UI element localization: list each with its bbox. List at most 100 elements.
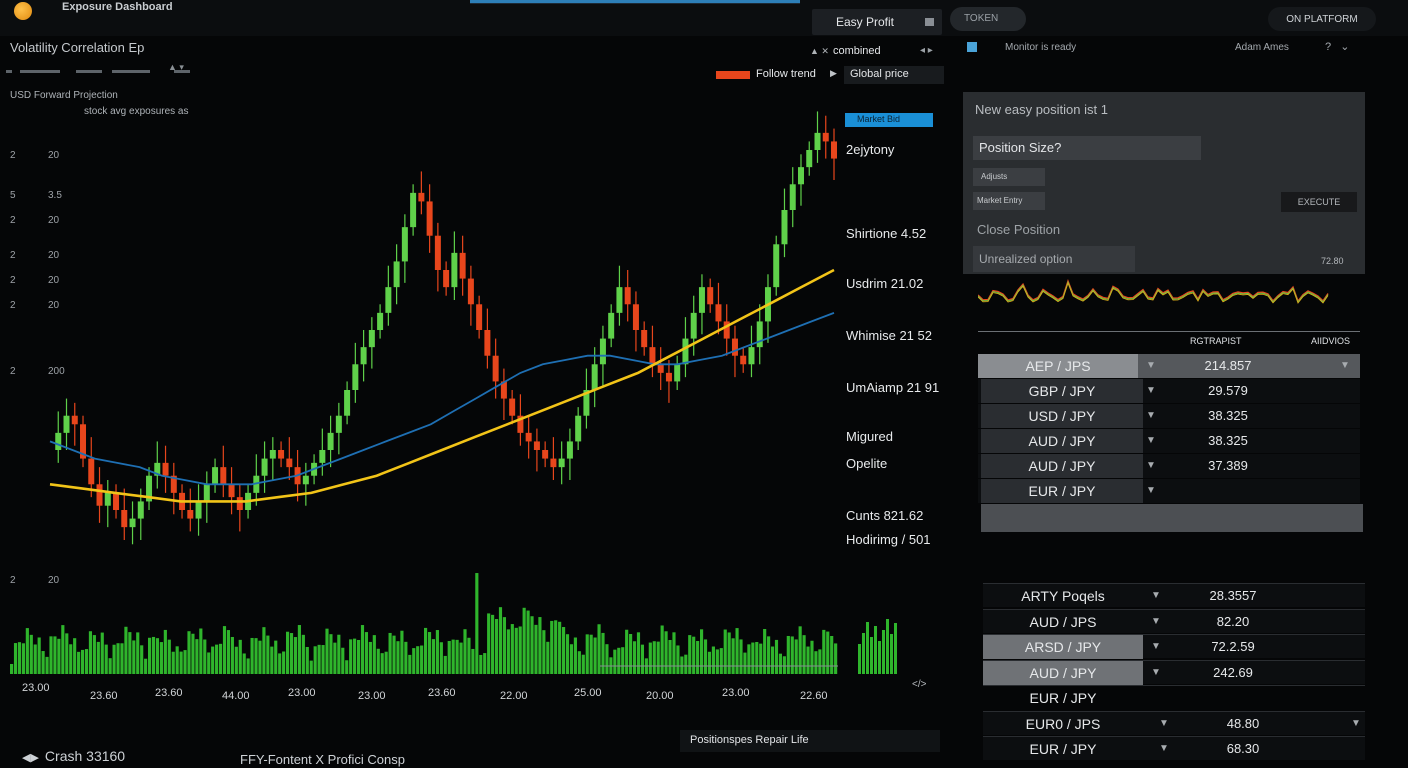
position-size-input[interactable]: Position Size? — [973, 136, 1201, 160]
legend-arrows-icon[interactable]: ◂ ▸ — [920, 45, 933, 56]
chevron-down-icon[interactable]: ▼ — [1351, 718, 1361, 729]
table-row[interactable]: AUD / JPY ▼ 37.389 — [978, 454, 1360, 478]
volume-bar — [360, 625, 365, 674]
x-tick-label: 23.00 — [22, 682, 50, 694]
volume-bar — [416, 646, 420, 674]
volume-bar — [88, 631, 93, 674]
volume-bar — [124, 626, 128, 674]
position-value: 28.3557 — [1209, 588, 1257, 603]
volume-bar — [116, 643, 120, 674]
unrealized-option-field[interactable]: Unrealized option — [973, 246, 1135, 272]
market-entry-button[interactable]: Market Entry — [973, 192, 1045, 210]
panel-checkbox[interactable] — [967, 42, 977, 52]
chevron-down-icon[interactable]: ▼ — [1159, 718, 1169, 729]
candle-body — [426, 201, 433, 236]
adjusts-button[interactable]: Adjusts — [973, 168, 1045, 186]
candle-body — [418, 192, 425, 202]
candle-body — [773, 244, 780, 288]
user-menu-icons[interactable]: ? ⌄ — [1325, 40, 1350, 53]
table-row[interactable]: AEP / JPS ▼ 214.857 ▼ — [978, 354, 1360, 378]
chevron-down-icon[interactable]: ▼ — [1159, 743, 1169, 754]
volume-bar — [25, 628, 29, 674]
volume-bar — [534, 624, 538, 674]
table-row[interactable]: AUD / JPY ▼ 242.69 — [983, 659, 1365, 685]
panel-title: Monitor is ready — [1005, 42, 1077, 53]
volume-bar — [581, 654, 585, 674]
volume-bar — [65, 633, 69, 674]
table-row[interactable]: USD / JPY ▼ 38.325 — [978, 404, 1360, 428]
easy-profit-button[interactable]: Easy Profit — [812, 9, 942, 35]
chevron-down-icon[interactable]: ▼ — [1146, 410, 1156, 421]
volume-bar — [61, 625, 65, 674]
price-chart[interactable] — [0, 90, 950, 690]
table-row[interactable]: AUD / JPS ▼ 82.20 — [983, 608, 1365, 633]
chevron-down-icon[interactable]: ▼ — [1146, 385, 1156, 396]
volume-bar — [345, 660, 349, 674]
position-value: 82.20 — [1216, 613, 1250, 629]
table-row[interactable]: AUD / JPY ▼ 38.325 — [978, 429, 1360, 453]
volume-bar — [329, 634, 333, 674]
volume-bar — [546, 641, 550, 674]
candle-body — [575, 415, 582, 442]
chevron-down-icon[interactable]: ▼ — [1146, 435, 1156, 446]
volume-bar — [878, 641, 881, 674]
volume-bar — [755, 641, 759, 674]
volume-bar — [427, 632, 432, 674]
candle-body — [550, 458, 557, 468]
chevron-down-icon[interactable]: ▼ — [1146, 460, 1156, 471]
table-row[interactable]: GBP / JPY ▼ 29.579 — [978, 379, 1360, 403]
play-icon[interactable]: ▶ — [830, 68, 837, 79]
pair-symbol: AUD / JPY — [981, 429, 1143, 453]
volume-bar — [858, 644, 861, 674]
table-row[interactable]: EUR / JPY — [983, 685, 1365, 709]
volume-bar — [676, 645, 680, 674]
table-row[interactable]: EUR / JPY ▼ 68.30 — [983, 736, 1365, 760]
volume-bar — [321, 645, 325, 674]
candle-body — [451, 252, 458, 288]
candle-body — [831, 141, 837, 159]
chevron-down-icon[interactable]: ▼ — [1151, 616, 1161, 627]
user-name[interactable]: Adam Ames — [1235, 42, 1289, 53]
chevron-down-icon[interactable]: ▼ — [1151, 667, 1161, 678]
volume-bar — [874, 626, 877, 674]
candle-body — [797, 167, 804, 185]
chevron-down-icon[interactable]: ▼ — [1146, 485, 1156, 496]
candle-body — [690, 312, 697, 339]
volume-bar — [526, 610, 530, 674]
table-row[interactable]: ARTY Poqels ▼ 28.3557 — [983, 583, 1365, 607]
candle-body — [715, 304, 722, 322]
candle-body — [467, 278, 474, 305]
x-tick-label: 23.00 — [288, 687, 316, 699]
volume-bar — [565, 634, 570, 674]
scroll-right-icon[interactable]: </> — [912, 679, 926, 690]
on-platform-button[interactable]: ON PLATFORM — [1268, 7, 1376, 31]
candle-body — [319, 450, 326, 463]
x-tick-label: 23.60 — [90, 690, 118, 702]
table-row[interactable]: ARSD / JPY ▼ 72.2.59 — [983, 634, 1365, 659]
table-row[interactable]: EUR / JPY ▼ — [978, 479, 1360, 503]
candle-body — [608, 312, 615, 339]
candle-body — [822, 132, 829, 142]
chevron-down-icon[interactable]: ▼ — [1340, 360, 1350, 371]
execute-button[interactable]: EXECUTE — [1281, 192, 1357, 212]
token-tab[interactable]: TOKEN — [950, 7, 1026, 31]
chevron-down-icon[interactable]: ▼ — [1151, 590, 1161, 601]
table-row[interactable]: EUR0 / JPS ▼ 48.80 ▼ — [983, 710, 1365, 735]
candle-body — [484, 330, 491, 356]
candle-body — [212, 467, 219, 485]
candle-body — [187, 510, 194, 519]
volume-bar — [522, 607, 526, 674]
chevron-down-icon[interactable]: ▼ — [1151, 641, 1161, 652]
volume-bar — [455, 639, 459, 674]
playback-icon[interactable]: ◀▶ — [22, 752, 39, 764]
x-tick-label: 20.00 — [646, 690, 674, 702]
pair-value: 38.325 — [1208, 433, 1248, 448]
unrealized-value: 72.80 — [1321, 256, 1344, 266]
volume-bar — [672, 632, 676, 674]
volume-bar — [498, 607, 503, 674]
toolbar-icons[interactable]: ▲ ▾ — [168, 62, 184, 73]
sparkline-chart — [978, 279, 1329, 304]
follow-trend-legend[interactable]: Follow trend ▶ Global price — [716, 66, 946, 86]
volume-bar — [605, 644, 609, 674]
chevron-down-icon[interactable]: ▼ — [1146, 360, 1156, 371]
